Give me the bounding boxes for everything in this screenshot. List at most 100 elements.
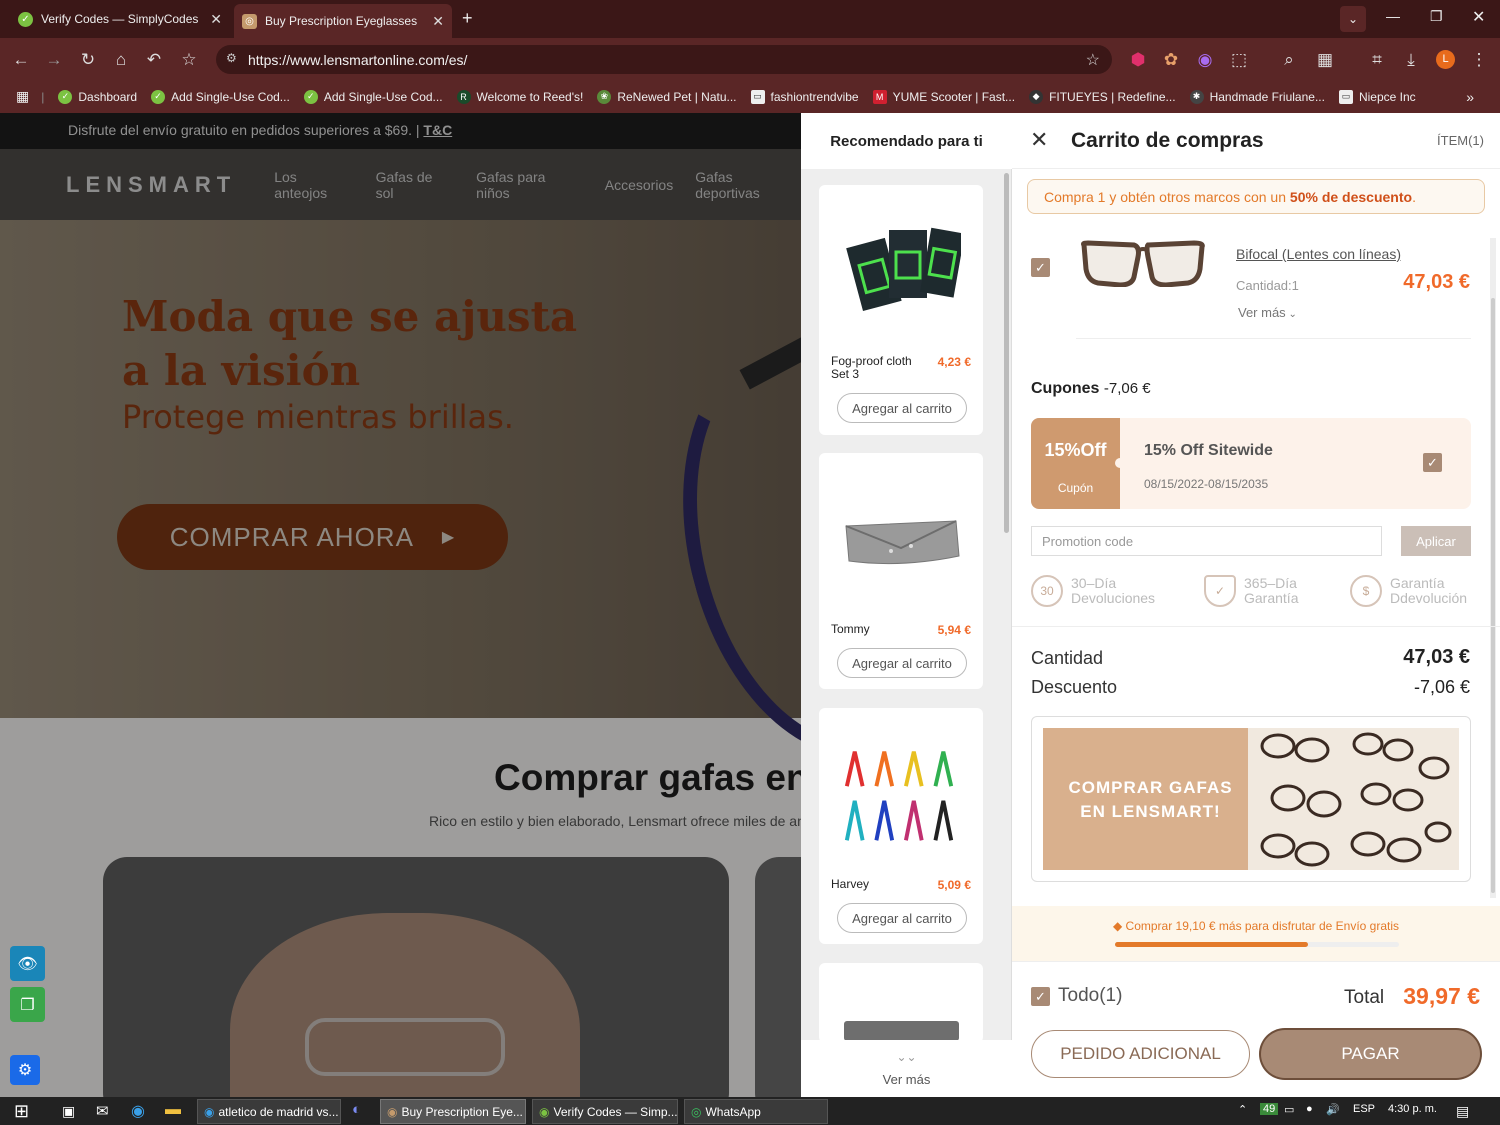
start-icon[interactable]: ⊞ [14,1101,29,1122]
apply-button[interactable]: Aplicar [1401,526,1471,556]
add-to-cart-button[interactable]: Agregar al carrito [837,903,967,933]
scrollbar-thumb[interactable] [1491,298,1495,893]
widgets-icon[interactable]: ▣ [62,1103,75,1120]
bookmark-star-icon[interactable]: ☆ [178,49,200,71]
product-card[interactable]: Harvey 5,09 € Agregar al carrito [819,708,983,944]
close-icon[interactable]: ✕ [1030,127,1048,153]
coupon-card[interactable]: 15%Off Cupón 15% Off Sitewide 08/15/2022… [1031,418,1471,509]
menu-icon[interactable]: ⋮ [1468,49,1490,71]
extensions-puzzle-icon[interactable]: ⬚ [1228,49,1250,71]
add-to-cart-button[interactable]: Agregar al carrito [837,393,967,423]
feature-line: 365–Día [1244,575,1297,591]
taskbar-app[interactable]: ◎ WhatsApp [684,1099,828,1124]
extension-icon[interactable]: ✿ [1160,49,1182,71]
pay-button[interactable]: PAGAR [1261,1030,1480,1078]
bookmark-item[interactable]: ▭ Niepce Inc [1338,89,1416,104]
close-tab-icon[interactable]: ✕ [432,13,444,30]
home-icon[interactable]: ⌂ [110,49,132,71]
product-card[interactable] [819,963,983,1043]
ad-banner[interactable]: COMPRAR GAFAS EN LENSMART! [1031,716,1471,882]
more-bookmarks-icon[interactable]: » [1466,89,1474,105]
search-icon[interactable]: ⌕ [1278,49,1300,71]
paw-icon: ❀ [597,89,612,104]
bookmark-item[interactable]: ◆ FITUEYES | Redefine... [1029,89,1176,104]
close-tab-icon[interactable]: ✕ [210,11,222,28]
bookmark-item[interactable]: ❀ ReNewed Pet | Natu... [597,89,737,104]
minimize-icon[interactable]: — [1386,8,1400,24]
bookmark-label: fashiontrendvibe [770,89,859,104]
discord-icon[interactable]: ◐ [352,1101,361,1118]
bookmark-item[interactable]: ✓ Add Single-Use Cod... [303,89,443,104]
coupons-value: -7,06 € [1103,380,1151,397]
edge-icon[interactable]: ◉ [131,1101,145,1121]
cart-item-count: ÍTEM(1) [1437,133,1484,148]
profile-avatar[interactable]: L [1436,50,1455,69]
taskbar-app[interactable]: ◉ Buy Prescription Eye... [380,1099,526,1124]
discount-label: Descuento [1031,677,1118,697]
tab-simplycodes[interactable]: ✓ Verify Codes — SimplyCodes ✕ [10,6,230,32]
mail-icon[interactable]: ✉ [96,1102,109,1120]
address-bar[interactable]: ⚙ https://www.lensmartonline.com/es/ ☆ [216,45,1112,74]
forward-icon[interactable]: → [43,49,65,71]
undo-icon[interactable]: ↶ [143,49,165,71]
bookmark-item[interactable]: ✓ Add Single-Use Cod... [151,89,290,104]
additional-order-button[interactable]: PEDIDO ADICIONAL [1031,1030,1250,1078]
restore-icon[interactable]: ❐ [1430,8,1443,25]
tray-chevron-icon[interactable]: ⌃ [1238,1103,1247,1116]
bookmark-item[interactable]: ▭ fashiontrendvibe [750,89,859,104]
taskbar-app[interactable]: ◉ atletico de madrid vs... [197,1099,341,1124]
bookmark-item[interactable]: M YUME Scooter | Fast... [872,89,1015,104]
tab-search-icon[interactable]: ⌄ [1340,6,1366,32]
coupon-checkbox[interactable]: ✓ [1423,453,1442,472]
microphone-icon[interactable]: ● [1306,1103,1313,1115]
modal-overlay[interactable] [0,113,801,1097]
ad-image: COMPRAR GAFAS EN LENSMART! [1043,728,1459,870]
reeds-icon: R [456,89,471,104]
copy-icon[interactable]: ❐ [10,987,45,1022]
simplycodes-icon: ✓ [18,11,33,27]
item-checkbox[interactable]: ✓ [1031,258,1050,277]
volume-icon[interactable]: 🔊 [1326,1103,1340,1116]
see-more-link[interactable]: ⌄⌄ Ver más [801,1040,1012,1097]
bookmark-item[interactable]: R Welcome to Reed's! [456,89,583,104]
close-window-icon[interactable]: ✕ [1472,7,1485,27]
new-tab-icon[interactable]: + [462,8,473,29]
taskbar-app[interactable]: ◉ Verify Codes — Simp... [532,1099,678,1124]
bookmark-item[interactable]: ✓ Dashboard [58,89,137,104]
site-info-icon[interactable]: ⚙ [226,51,237,65]
eye-icon[interactable]: 👁 [10,946,45,981]
apps-icon[interactable]: ▦ [16,88,29,105]
tab-lensmart[interactable]: ◎ Buy Prescription Eyeglasses Onl ✕ [234,4,452,38]
settings-icon[interactable]: ⚙ [10,1055,40,1085]
warranty-feature: ✓ 365–Día Garantía [1204,575,1298,607]
download-icon[interactable]: ⤓ [1400,49,1422,71]
network-icon[interactable]: ▭ [1284,1103,1294,1116]
reload-icon[interactable]: ↻ [77,49,99,71]
folder-icon[interactable]: ▬ [165,1101,181,1119]
star-icon[interactable]: ☆ [1086,50,1100,70]
crop-icon[interactable]: ⌗ [1366,49,1388,71]
clock[interactable]: 4:30 p. m. [1388,1103,1437,1115]
chrome-icon: ◉ [539,1104,550,1119]
product-card[interactable]: Tommy 5,94 € Agregar al carrito [819,453,983,689]
add-to-cart-button[interactable]: Agregar al carrito [837,648,967,678]
back-icon[interactable]: ← [10,49,32,71]
select-all-checkbox[interactable]: ✓ [1031,987,1050,1006]
scrollbar[interactable] [1004,173,1009,533]
qr-icon[interactable]: ▦ [1314,49,1336,71]
ublock-icon[interactable]: ⬢ [1127,49,1149,71]
product-card[interactable]: Fog-proof cloth Set 3 4,23 € Agregar al … [819,185,983,435]
bookmark-label: Niepce Inc [1358,89,1416,104]
promo-code-input[interactable]: Promotion code [1031,526,1382,556]
coupon-title: 15% Off Sitewide [1144,442,1273,459]
extension-icon[interactable]: ◉ [1194,49,1216,71]
product-name-link[interactable]: Bifocal (Lentes con líneas) [1236,246,1401,262]
feature-line: Garantía [1244,590,1299,606]
notifications-icon[interactable]: ▤ [1456,1103,1469,1120]
select-all-label: Todo(1) [1058,985,1123,1006]
website-page: Disfrute del envío gratuito en pedidos s… [0,113,801,1097]
language-indicator[interactable]: ESP [1353,1103,1375,1115]
bookmark-item[interactable]: ✱ Handmade Friulane... [1189,89,1325,104]
shipping-progress [1115,942,1399,947]
see-more-toggle[interactable]: Ver más ⌄ [1238,305,1297,320]
